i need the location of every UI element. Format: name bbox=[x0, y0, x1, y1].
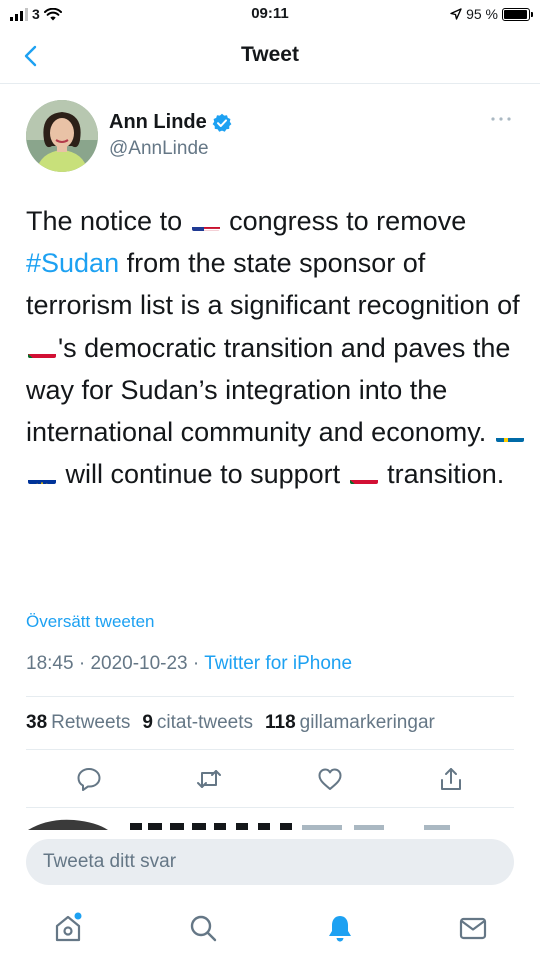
share-icon[interactable] bbox=[437, 765, 465, 793]
reply-box[interactable] bbox=[26, 839, 514, 885]
reply-icon[interactable] bbox=[75, 765, 103, 793]
tweet-text-part: 's democratic transition and paves the w… bbox=[26, 332, 511, 448]
tab-bar bbox=[0, 900, 540, 960]
quotes-label: citat-tweets bbox=[156, 712, 254, 733]
tweet-text-part: transition. bbox=[379, 459, 505, 490]
tweet-time: 18:45 bbox=[26, 653, 74, 674]
avatar[interactable] bbox=[26, 100, 98, 172]
author-name-text: Ann Linde bbox=[109, 111, 207, 133]
like-icon[interactable] bbox=[316, 765, 344, 793]
quotes-count: 9 bbox=[142, 712, 153, 733]
verified-badge-icon bbox=[212, 113, 232, 132]
quotes-stat[interactable]: 9 citat-tweets bbox=[142, 712, 253, 734]
divider bbox=[26, 749, 514, 750]
messages-icon[interactable] bbox=[457, 912, 489, 944]
page-title: Tweet bbox=[241, 43, 299, 66]
hashtag-link[interactable]: #Sudan bbox=[26, 248, 119, 278]
likes-stat[interactable]: 118 gillamarkeringar bbox=[265, 712, 435, 734]
tweet-stats: 38 Retweets 9 citat-tweets 118 gillamarkeri… bbox=[26, 712, 435, 734]
more-options-icon[interactable] bbox=[490, 114, 512, 124]
battery-percent: 95 % bbox=[466, 6, 498, 22]
us-flag-icon bbox=[191, 214, 220, 231]
meta-separator: · bbox=[187, 653, 205, 674]
reply-input[interactable] bbox=[26, 839, 514, 885]
avatar-image bbox=[26, 100, 98, 172]
tweet-actions bbox=[0, 765, 540, 797]
sweden-flag-icon bbox=[495, 425, 524, 443]
tweet-text-part: congress to remove bbox=[221, 206, 467, 236]
battery-fill bbox=[504, 9, 527, 19]
author-name[interactable]: Ann Linde bbox=[109, 111, 232, 134]
eu-flag-icon bbox=[28, 467, 56, 485]
meta-separator: · bbox=[73, 653, 91, 674]
retweets-count: 38 bbox=[26, 712, 48, 733]
tweet-meta: 18:45 · 2020-10-23 · Twitter for iPhone bbox=[26, 653, 352, 675]
translate-tweet-link[interactable]: Översätt tweeten bbox=[26, 612, 155, 632]
status-right: 95 % bbox=[450, 6, 533, 22]
battery-icon bbox=[502, 7, 533, 21]
likes-label: gillamarkeringar bbox=[299, 712, 435, 733]
tweet-source-link[interactable]: Twitter for iPhone bbox=[204, 653, 352, 674]
home-icon[interactable] bbox=[52, 912, 84, 944]
search-icon[interactable] bbox=[187, 912, 219, 944]
sudan-flag-icon bbox=[28, 341, 56, 358]
status-bar: 3 09:11 95 % bbox=[0, 0, 540, 30]
location-arrow-icon bbox=[450, 8, 462, 20]
tweet-text-part: The notice to bbox=[26, 206, 190, 236]
nav-bar: Tweet bbox=[0, 30, 540, 84]
retweet-icon[interactable] bbox=[195, 765, 223, 793]
divider bbox=[26, 696, 514, 697]
sudan-flag-icon bbox=[349, 467, 378, 485]
notifications-icon[interactable] bbox=[324, 912, 356, 944]
retweets-label: Retweets bbox=[51, 712, 131, 733]
tweet-text: The notice to congress to remove #Sudan … bbox=[26, 200, 526, 495]
next-reply-peek bbox=[28, 819, 450, 830]
likes-count: 118 bbox=[265, 712, 296, 733]
tweet-text-part: will continue to support bbox=[58, 459, 348, 490]
retweets-stat[interactable]: 38 Retweets bbox=[26, 712, 130, 734]
author-handle[interactable]: @AnnLinde bbox=[109, 138, 209, 160]
tweet-date: 2020-10-23 bbox=[90, 653, 188, 674]
